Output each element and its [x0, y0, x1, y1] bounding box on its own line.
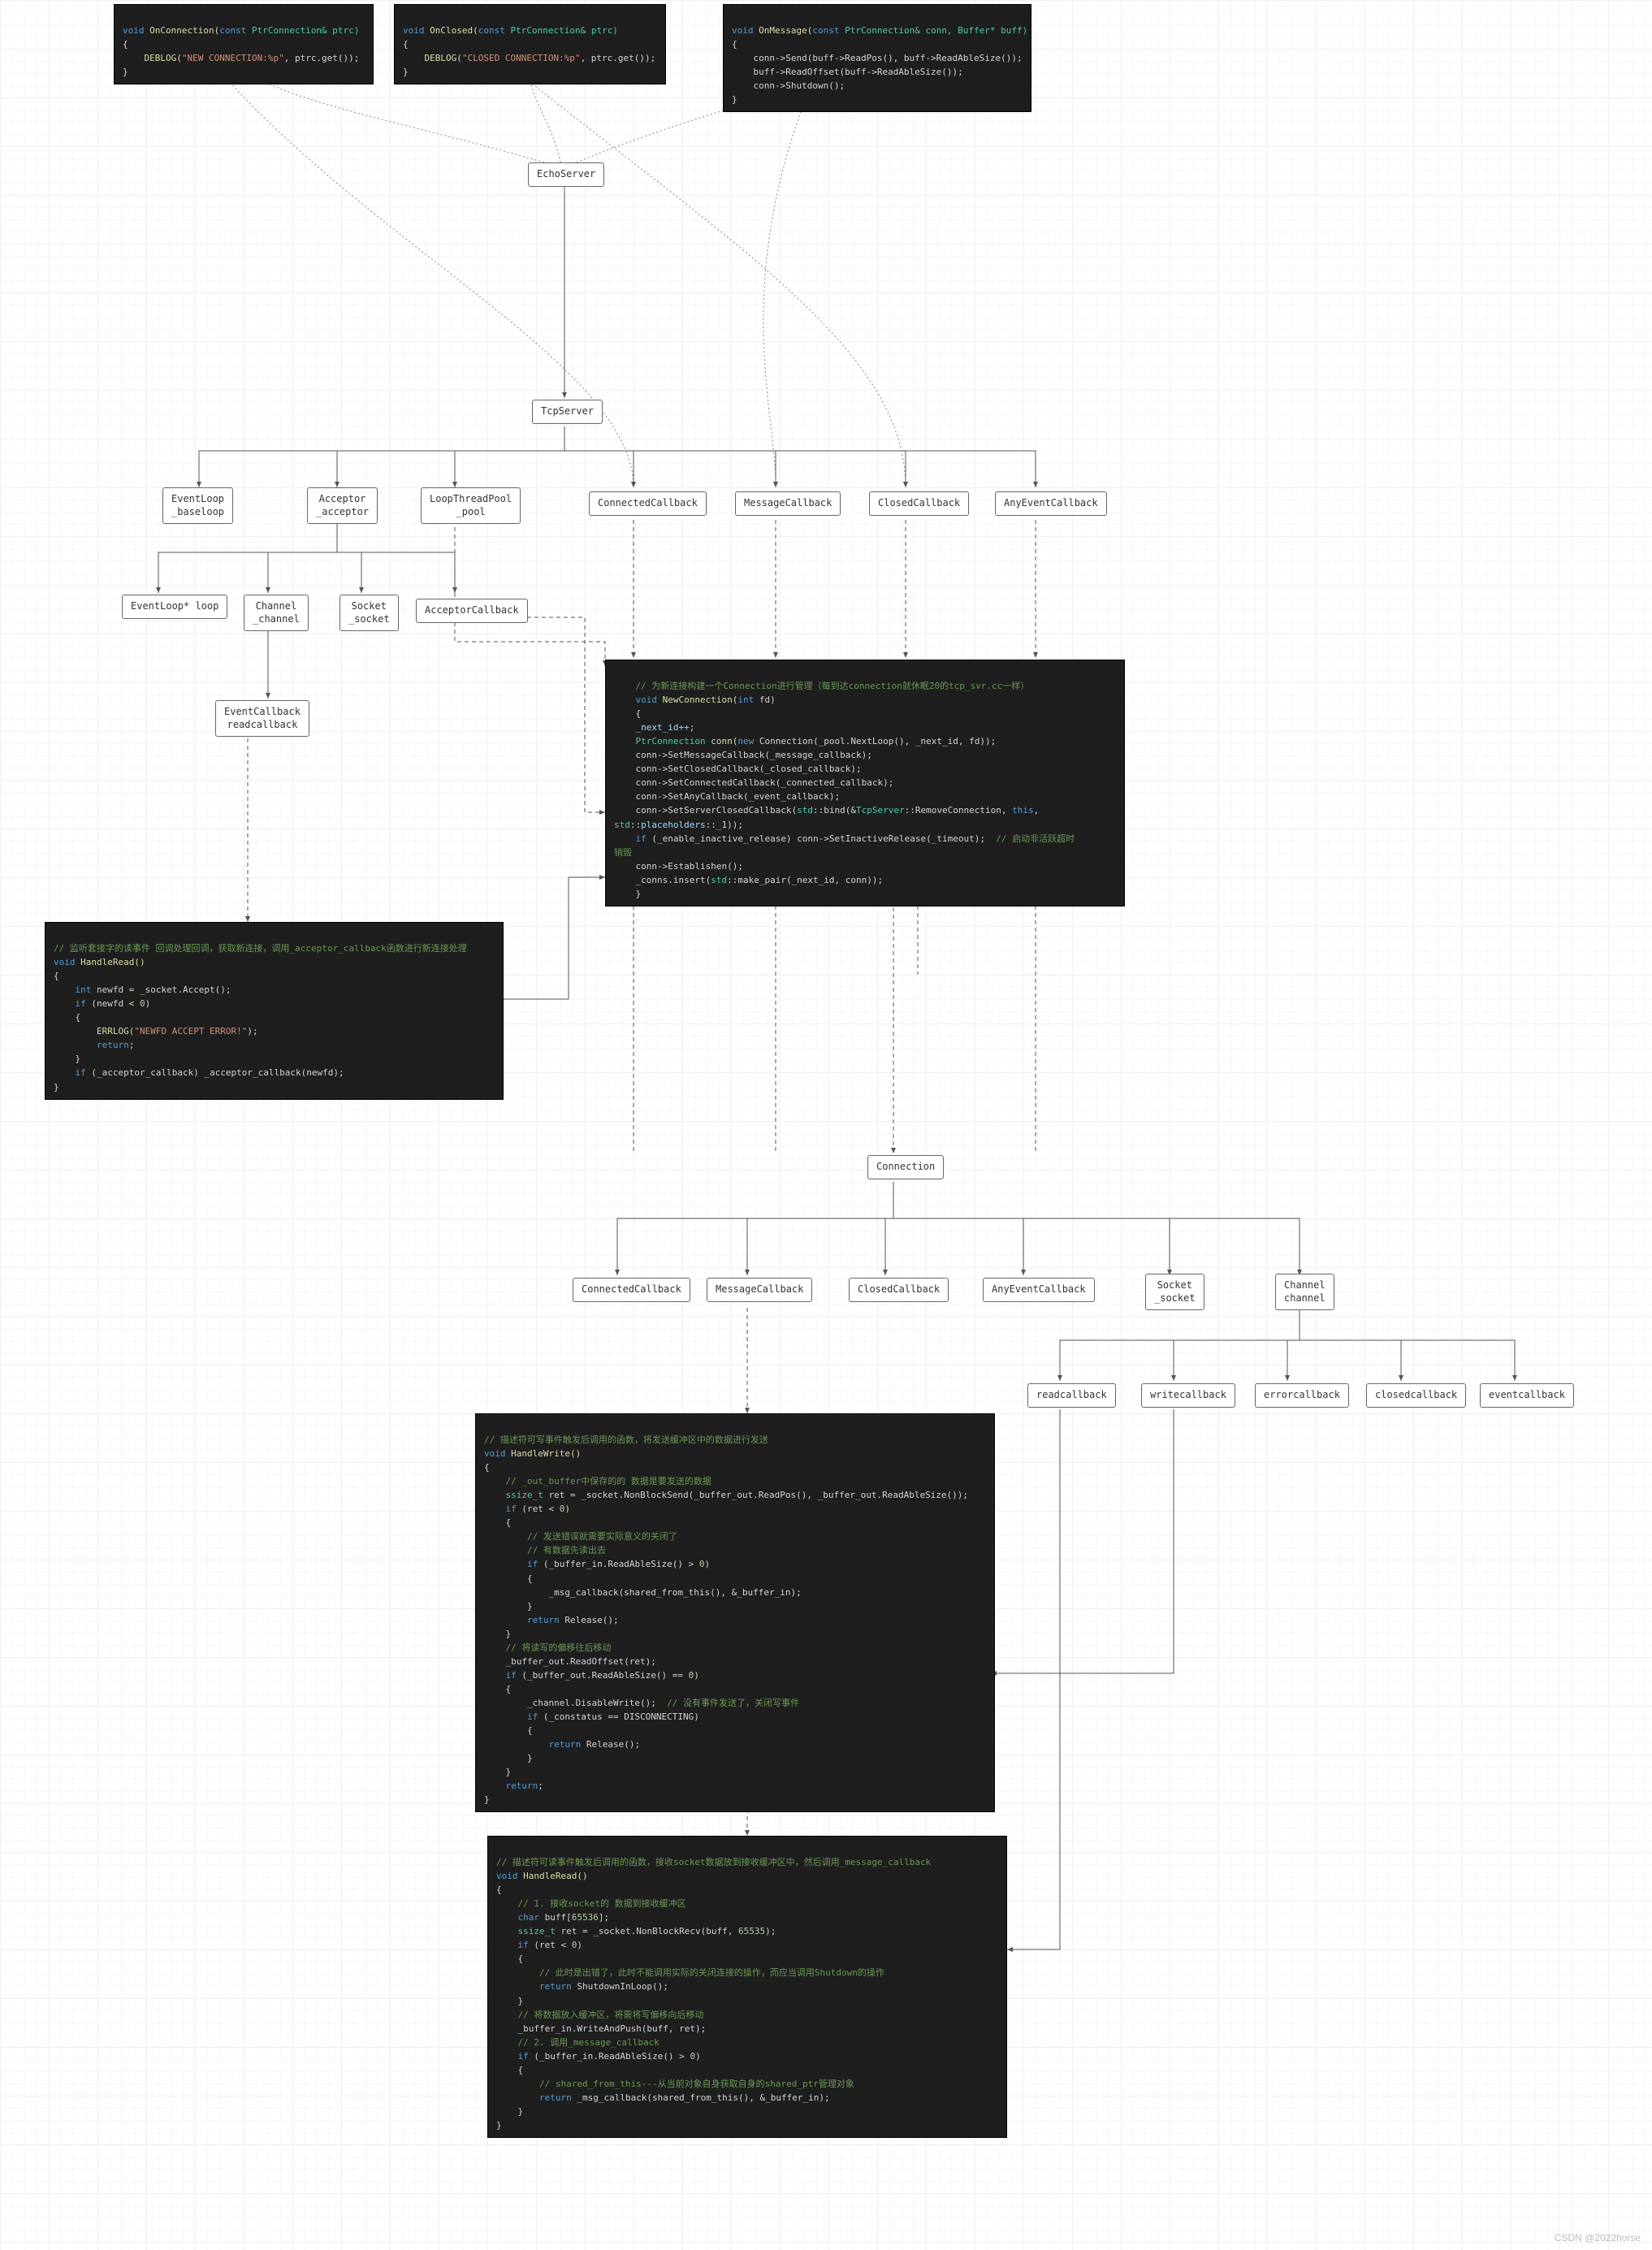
code-newconnection: // 为新连接构建一个Connection进行管理（每到达connection就… — [605, 660, 1125, 906]
node-errorcallback: errorcallback — [1255, 1383, 1349, 1408]
code-handlewrite: // 描述符可写事件触发后调用的函数，将发送缓冲区中的数据进行发送 void H… — [475, 1413, 995, 1812]
node-connection: Connection — [867, 1155, 944, 1179]
code-onclosed: void OnClosed(const PtrConnection& ptrc)… — [394, 4, 666, 84]
node-closedcallback-leaf: closedcallback — [1366, 1383, 1466, 1408]
node-loopthreadpool: LoopThreadPool_pool — [421, 487, 521, 524]
node-channel: Channel_channel — [244, 595, 309, 631]
code-handleread-acceptor: // 监听套接字的读事件 回调处理回调，获取新连接，调用_acceptor_ca… — [45, 922, 504, 1100]
node-conn-anyeventcallback: AnyEventCallback — [983, 1278, 1095, 1302]
node-eventloop-baseloop: EventLoop_baseloop — [162, 487, 233, 524]
node-conn-channel: Channelchannel — [1275, 1274, 1334, 1310]
node-acceptorcallback: AcceptorCallback — [416, 599, 528, 623]
code-handleread-conn: // 描述符可读事件触发后调用的函数，接收socket数据放到接收缓冲区中，然后… — [487, 1836, 1007, 2138]
node-eventcallback-read: EventCallbackreadcallback — [215, 700, 309, 737]
node-readcallback: readcallback — [1027, 1383, 1116, 1408]
node-conn-closedcallback: ClosedCallback — [849, 1278, 949, 1302]
code-onmessage: void OnMessage(const PtrConnection& conn… — [723, 4, 1031, 112]
node-tcpserver: TcpServer — [532, 400, 603, 424]
code-onconnection: void OnConnection(const PtrConnection& p… — [114, 4, 374, 84]
node-eventloop-loop: EventLoop* loop — [122, 595, 227, 619]
watermark: CSDN @2022horse — [1555, 2232, 1641, 2244]
node-conn-socket: Socket_socket — [1145, 1274, 1204, 1310]
node-acceptor: Acceptor_acceptor — [307, 487, 378, 524]
node-anyeventcallback: AnyEventCallback — [995, 491, 1107, 516]
node-conn-messagecallback: MessageCallback — [707, 1278, 812, 1302]
node-connectedcallback: ConnectedCallback — [589, 491, 707, 516]
node-echoserver: EchoServer — [528, 162, 604, 187]
node-eventcallback-leaf: eventcallback — [1480, 1383, 1574, 1408]
node-writecallback: writecallback — [1141, 1383, 1235, 1408]
node-conn-connectedcallback: ConnectedCallback — [573, 1278, 690, 1302]
node-messagecallback: MessageCallback — [735, 491, 841, 516]
node-socket: Socket_socket — [339, 595, 399, 631]
node-closedcallback: ClosedCallback — [869, 491, 969, 516]
